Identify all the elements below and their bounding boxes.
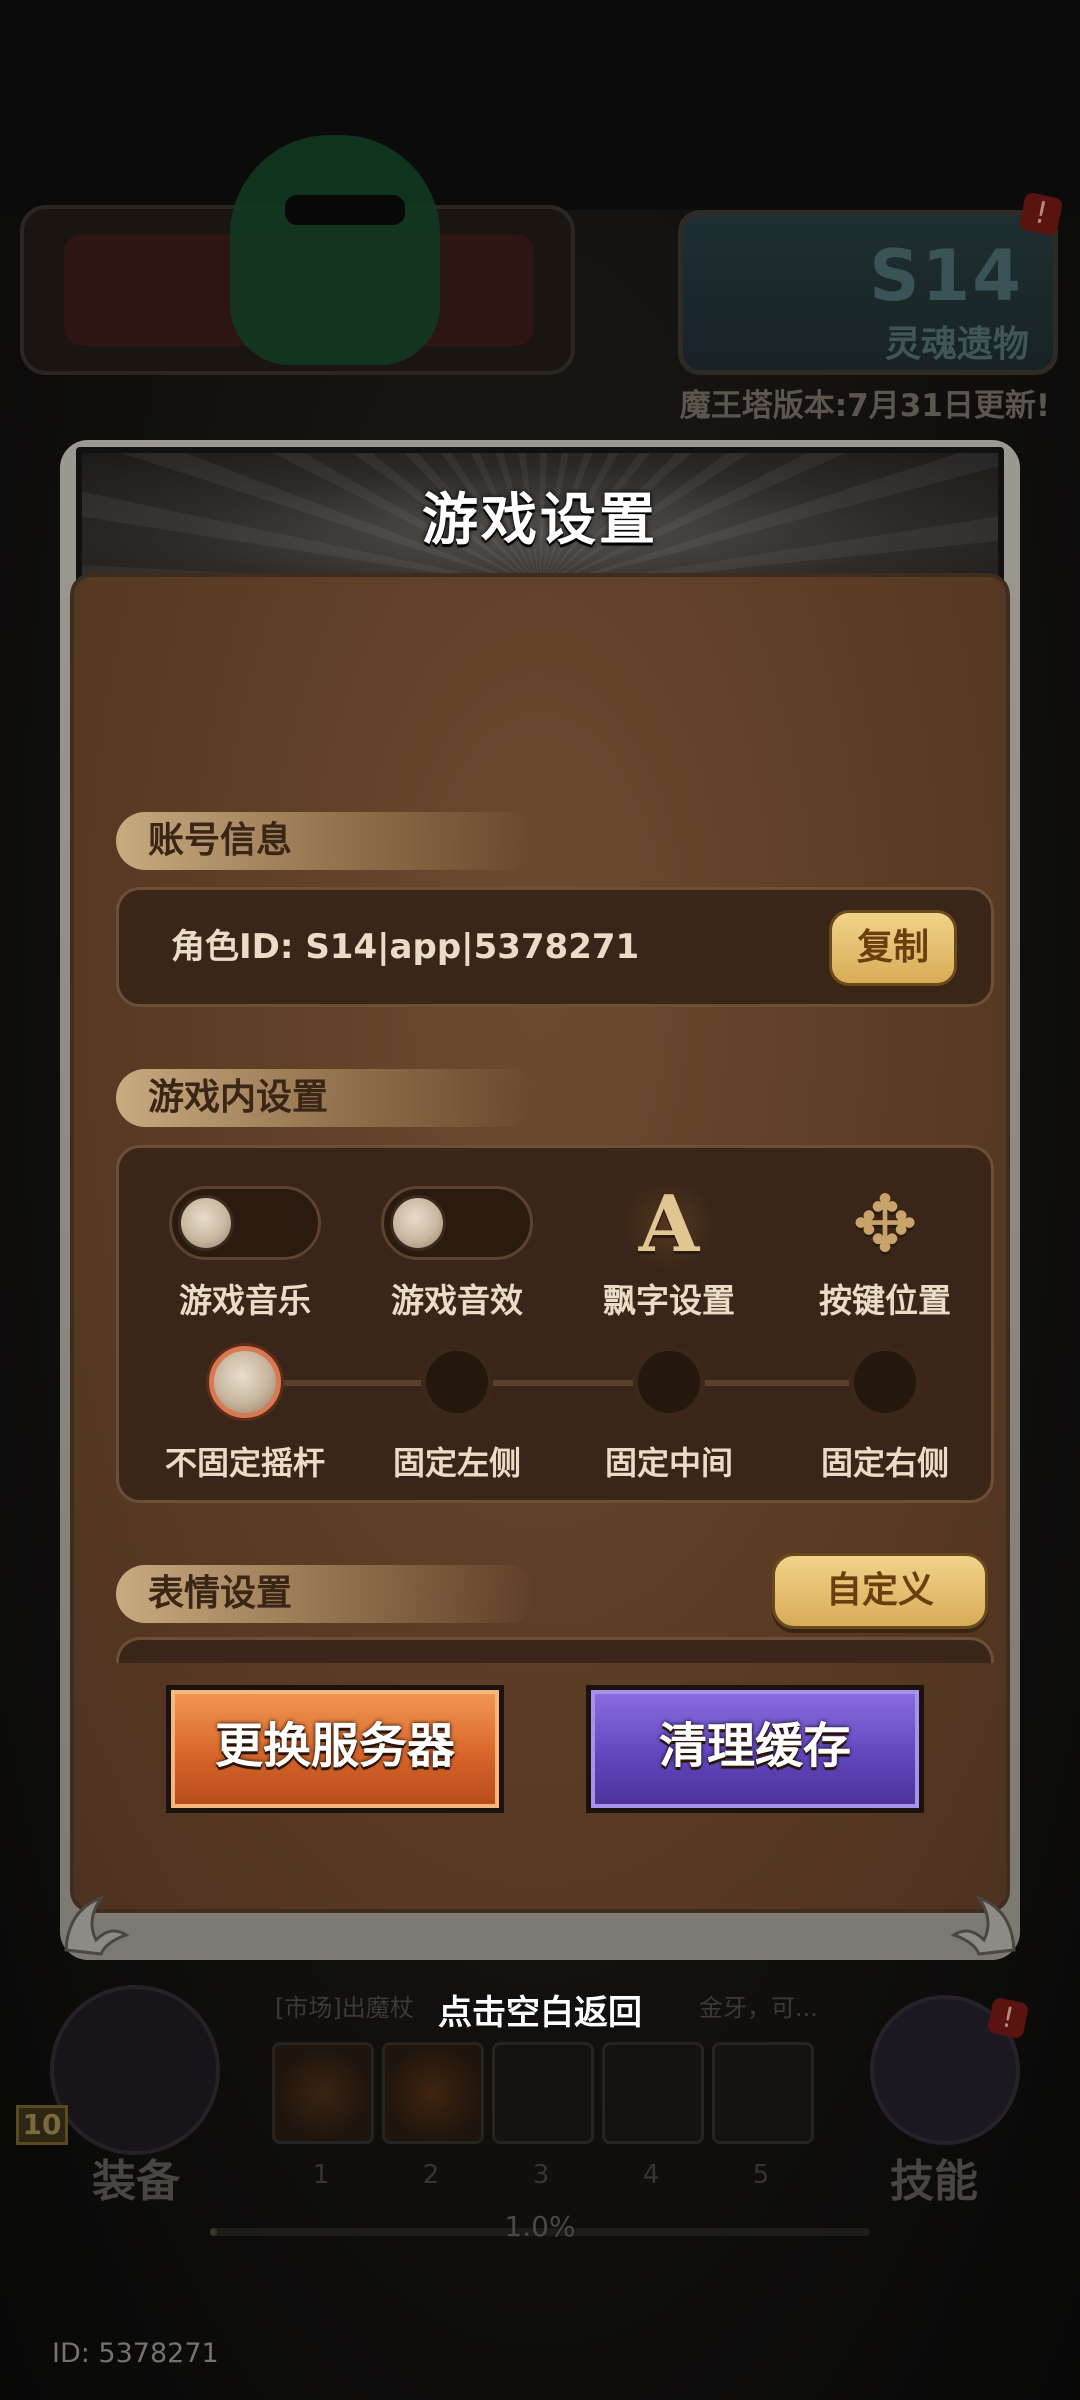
letter-a-icon[interactable]: A bbox=[624, 1180, 714, 1270]
season-card[interactable]: S14 灵魂遗物 bbox=[678, 210, 1058, 375]
joystick-option-label: 固定中间 bbox=[604, 1444, 733, 1482]
button-position-label: 按键位置 bbox=[819, 1281, 951, 1320]
music-label: 游戏音乐 bbox=[179, 1281, 311, 1320]
item-slot[interactable] bbox=[712, 2042, 814, 2144]
account-panel: 角色ID: S14|app|5378271 复制 bbox=[116, 887, 994, 1007]
ingame-panel: 游戏音乐 游戏音效 A 飘字设置 ✥ 按键位置 不固定摇杆 固定左侧 固定中间 … bbox=[116, 1145, 994, 1503]
copy-button[interactable]: 复制 bbox=[829, 910, 957, 986]
section-emote-label: 表情设置 bbox=[148, 1573, 293, 1614]
floating-text-label: 飘字设置 bbox=[603, 1281, 735, 1320]
slot-number: 1 bbox=[312, 2160, 330, 2190]
season-alert-icon: ! bbox=[1018, 191, 1064, 237]
joystick-radio[interactable] bbox=[209, 1346, 281, 1418]
dialog-body: 账号信息 角色ID: S14|app|5378271 复制 游戏内设置 游戏音乐… bbox=[70, 573, 1010, 1913]
season-title: S14 bbox=[869, 235, 1023, 317]
sfx-label: 游戏音效 bbox=[391, 1281, 523, 1320]
dialog-title: 游戏设置 bbox=[422, 488, 658, 553]
slot-number: 5 bbox=[752, 2160, 770, 2190]
joystick-track bbox=[239, 1380, 879, 1386]
section-account: 账号信息 bbox=[116, 812, 536, 870]
clear-cache-button[interactable]: 清理缓存 bbox=[586, 1685, 924, 1813]
progress-text: 1.0% bbox=[504, 2210, 576, 2243]
player-id: ID: 5378271 bbox=[52, 2338, 219, 2369]
joystick-option-label: 固定右侧 bbox=[820, 1444, 949, 1482]
role-id-value: S14|app|5378271 bbox=[305, 927, 640, 967]
role-id-label: 角色ID: bbox=[171, 927, 306, 967]
settings-dialog: 游戏设置 账号信息 角色ID: S14|app|5378271 复制 游戏内设置… bbox=[60, 405, 1020, 1965]
section-ingame-label: 游戏内设置 bbox=[148, 1077, 329, 1118]
slot-number: 2 bbox=[422, 2160, 440, 2190]
slot-number: 4 bbox=[642, 2160, 660, 2190]
section-ingame: 游戏内设置 bbox=[116, 1069, 536, 1127]
item-slot[interactable] bbox=[272, 2042, 374, 2144]
section-emote: 表情设置 bbox=[116, 1565, 536, 1623]
hero-sunglasses bbox=[285, 195, 405, 225]
customize-emote-button[interactable]: 自定义 bbox=[772, 1553, 988, 1629]
joystick-radio[interactable] bbox=[421, 1346, 493, 1418]
level-badge: 10 bbox=[16, 2105, 68, 2145]
move-arrows-icon[interactable]: ✥ bbox=[840, 1180, 930, 1270]
corner-ornament-icon bbox=[914, 1880, 1024, 1960]
item-slot[interactable] bbox=[492, 2042, 594, 2144]
section-account-label: 账号信息 bbox=[148, 820, 293, 861]
emote-panel bbox=[116, 1637, 994, 1663]
joystick-radio[interactable] bbox=[633, 1346, 705, 1418]
toggle-knob bbox=[178, 1195, 234, 1251]
toggle-knob bbox=[390, 1195, 446, 1251]
skills-label: 技能 bbox=[890, 2156, 978, 2207]
season-subtitle: 灵魂遗物 bbox=[884, 324, 1029, 365]
experience-progress: 1.0% bbox=[210, 2210, 870, 2250]
music-toggle[interactable] bbox=[169, 1186, 321, 1260]
role-id: 角色ID: S14|app|5378271 bbox=[171, 890, 639, 1004]
back-hint-text: 点击空白返回 bbox=[438, 1993, 642, 2033]
equipment-label: 装备 bbox=[92, 2156, 180, 2207]
corner-ornament-icon bbox=[56, 1880, 166, 1960]
top-bar-area bbox=[0, 0, 1080, 210]
joystick-option-label: 不固定摇杆 bbox=[164, 1444, 325, 1482]
joystick-option-label: 固定左侧 bbox=[392, 1444, 521, 1482]
change-server-button[interactable]: 更换服务器 bbox=[166, 1685, 504, 1813]
item-slots bbox=[272, 2042, 832, 2150]
slot-number: 3 bbox=[532, 2160, 550, 2190]
joystick-radio[interactable] bbox=[849, 1346, 921, 1418]
item-slot[interactable] bbox=[382, 2042, 484, 2144]
tap-to-return-hint[interactable]: 点击空白返回 bbox=[0, 1985, 1080, 2034]
item-slot[interactable] bbox=[602, 2042, 704, 2144]
sfx-toggle[interactable] bbox=[381, 1186, 533, 1260]
slot-numbers: 1 2 3 4 5 bbox=[270, 2160, 830, 2200]
hero-character bbox=[230, 135, 440, 365]
